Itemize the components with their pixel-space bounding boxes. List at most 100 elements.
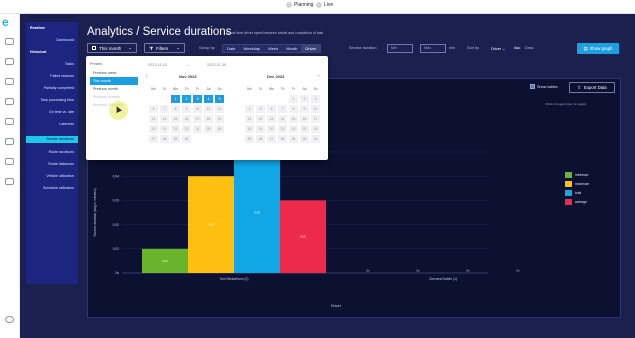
home-icon[interactable] — [5, 38, 14, 45]
planning-nav[interactable]: Planning — [286, 2, 313, 8]
sidebar-item[interactable]: Lateness — [59, 122, 74, 126]
preset-option[interactable]: Previous week — [90, 69, 138, 77]
calendar-day[interactable]: 26 — [256, 135, 265, 143]
report-icon[interactable] — [5, 178, 14, 185]
preset-option[interactable]: Previous month — [90, 85, 138, 93]
calendar-day[interactable]: 31 — [311, 135, 320, 143]
range-end-input[interactable]: 2023-11-30 — [207, 63, 226, 67]
calendar-day[interactable]: 19 — [215, 115, 224, 123]
date-range-button[interactable]: This month ⌄ — [87, 43, 137, 53]
sidebar-item[interactable]: Dashboard — [56, 38, 74, 42]
calendar-day[interactable]: 21 — [160, 125, 169, 133]
calendar-day[interactable]: 2 — [182, 95, 191, 103]
sidebar-item[interactable]: Route distances — [48, 162, 74, 166]
calendar-day[interactable]: 11 — [245, 115, 254, 123]
calendar-day[interactable]: 25 — [245, 135, 254, 143]
sort-by-select[interactable]: Driver ⌄ — [491, 46, 505, 51]
calendar-day[interactable]: 19 — [256, 125, 265, 133]
calendar-day[interactable]: 10 — [311, 105, 320, 113]
calendar-day[interactable]: 12 — [256, 115, 265, 123]
calendar-day[interactable]: 18 — [204, 115, 213, 123]
calendar-day[interactable]: 25 — [204, 125, 213, 133]
calendar-day[interactable]: 17 — [193, 115, 202, 123]
group-by-option[interactable]: Month — [282, 45, 302, 52]
calendar-day[interactable]: 13 — [149, 115, 158, 123]
calendar-day[interactable]: 28 — [160, 135, 169, 143]
calendar-day[interactable]: 27 — [267, 135, 276, 143]
calendar-day[interactable]: 8 — [171, 105, 180, 113]
live-nav[interactable]: Live — [316, 2, 333, 8]
calendar-day[interactable]: 20 — [267, 125, 276, 133]
calendar-day[interactable]: 16 — [300, 115, 309, 123]
calendar-day[interactable]: 28 — [278, 135, 287, 143]
sidebar-item[interactable]: Tasks — [65, 62, 74, 66]
calendar-day[interactable]: 9 — [182, 105, 191, 113]
max-duration-input[interactable]: Max — [420, 44, 446, 53]
sidebar-item[interactable]: Route durations — [49, 150, 74, 154]
calendar-day[interactable]: 12 — [215, 105, 224, 113]
calendar-day[interactable]: 7 — [160, 105, 169, 113]
calendar-day[interactable]: 22 — [289, 125, 298, 133]
calendar-day[interactable]: 7 — [278, 105, 287, 113]
calendar-day[interactable]: 15 — [289, 115, 298, 123]
sort-desc-button[interactable]: Desc — [525, 46, 534, 50]
calendar-day[interactable]: 22 — [171, 125, 180, 133]
app-logo[interactable]: e — [2, 15, 9, 29]
sidebar-item[interactable]: Task processing time — [40, 98, 74, 102]
range-start-input[interactable]: 2023-11-01 — [148, 63, 167, 67]
calendar-day[interactable]: 6 — [149, 105, 158, 113]
calendar-day[interactable]: 23 — [182, 125, 191, 133]
filters-button[interactable]: ⧩ Filters ⌄ — [144, 43, 185, 53]
calendar-day[interactable]: 4 — [245, 105, 254, 113]
preset-option[interactable]: This month — [90, 77, 138, 85]
sidebar-item[interactable]: Service durations — [26, 136, 78, 143]
group-by-option[interactable]: Week — [264, 45, 283, 52]
calendar-day[interactable]: 23 — [300, 125, 309, 133]
sidebar-item[interactable]: Vehicle utilization — [46, 174, 74, 178]
calendar-day[interactable]: 29 — [289, 135, 298, 143]
calendar-day[interactable]: 3 — [193, 95, 202, 103]
sidebar-item[interactable]: Failed reasons — [50, 74, 74, 78]
calendar-day[interactable]: 14 — [160, 115, 169, 123]
calendar-day[interactable]: 24 — [311, 125, 320, 133]
users-icon[interactable] — [5, 118, 14, 125]
sort-asc-button[interactable]: Asc — [514, 46, 520, 50]
show-tables-toggle[interactable]: Show tables — [530, 84, 558, 89]
box-icon[interactable] — [5, 58, 14, 65]
calendar-day[interactable]: 21 — [278, 125, 287, 133]
calendar-day[interactable]: 18 — [245, 125, 254, 133]
show-graph-button[interactable]: ▤ Show graph — [577, 43, 619, 54]
calendar-day[interactable]: 30 — [182, 135, 191, 143]
calendar-day[interactable]: 5 — [215, 95, 224, 103]
sidebar-item[interactable]: Schedule utilization — [43, 186, 74, 190]
calendar-day[interactable]: 20 — [149, 125, 158, 133]
calendar-day[interactable]: 9 — [300, 105, 309, 113]
calendar-day[interactable]: 8 — [289, 105, 298, 113]
group-by-option[interactable]: Driver — [301, 45, 321, 52]
calendar-day[interactable]: 29 — [171, 135, 180, 143]
calendar-day[interactable]: 16 — [182, 115, 191, 123]
calendar-day[interactable]: 6 — [267, 105, 276, 113]
analytics-icon[interactable] — [5, 158, 14, 165]
sidebar-item[interactable]: Partially completed — [44, 86, 74, 90]
min-duration-input[interactable]: Min — [387, 44, 413, 53]
calendar-day[interactable]: 13 — [267, 115, 276, 123]
sidebar-item[interactable]: On time vs. late — [49, 110, 74, 114]
group-by-option[interactable]: Date — [223, 45, 240, 52]
calendar-day[interactable]: 27 — [149, 135, 158, 143]
calendar-day[interactable]: 10 — [193, 105, 202, 113]
calendar-day[interactable]: 26 — [215, 125, 224, 133]
next-month-icon[interactable]: › — [318, 73, 320, 79]
settings-icon[interactable] — [5, 316, 14, 323]
calendar-day[interactable]: 5 — [256, 105, 265, 113]
calendar-day[interactable]: 24 — [193, 125, 202, 133]
preset-option[interactable]: Previous months — [90, 93, 138, 101]
calendar-day[interactable]: 11 — [204, 105, 213, 113]
calendar-day[interactable]: 3 — [311, 95, 320, 103]
group-by-option[interactable]: Weekday — [239, 45, 265, 52]
calendar-day[interactable]: 17 — [311, 115, 320, 123]
calendar-day[interactable]: 30 — [300, 135, 309, 143]
calendar-icon[interactable] — [5, 98, 14, 105]
calendar-day[interactable]: 1 — [289, 95, 298, 103]
truck-icon[interactable] — [5, 138, 14, 145]
